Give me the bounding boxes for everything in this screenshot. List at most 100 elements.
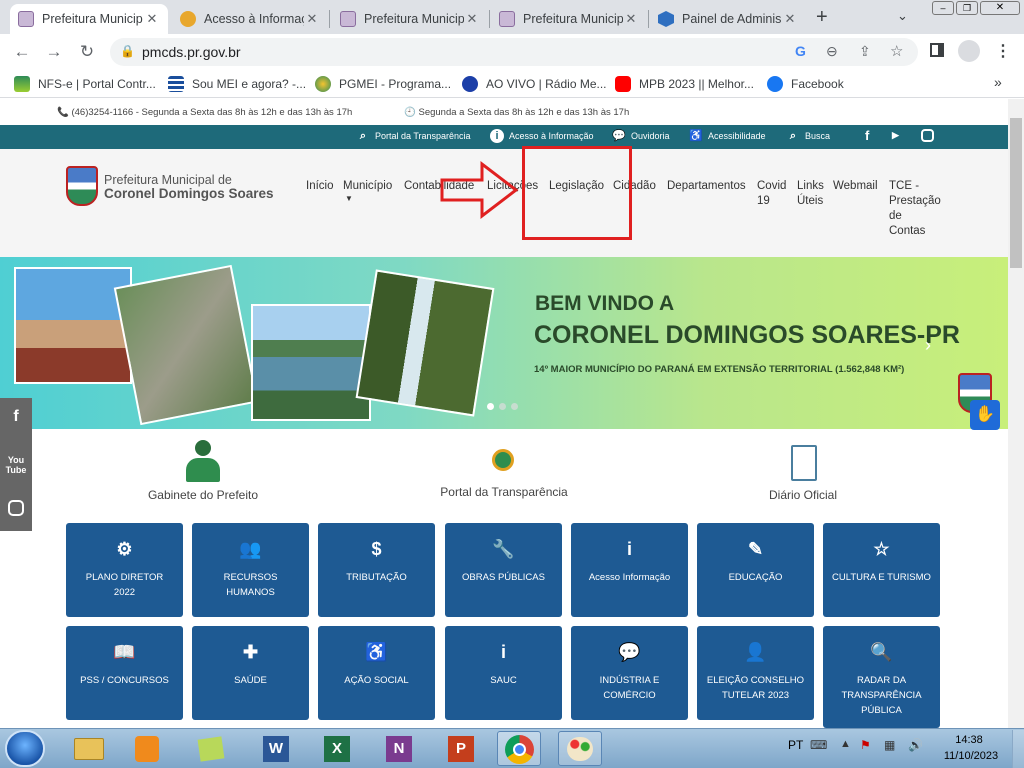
url-text[interactable]: pmcds.pr.gov.br: [142, 44, 241, 60]
card-sauc[interactable]: i SAUC: [445, 626, 562, 720]
menu-links-uteis[interactable]: Links Úteis: [797, 179, 824, 209]
menu-departamentos[interactable]: Departamentos: [667, 179, 746, 194]
quick-link-gabinete[interactable]: Gabinete do Prefeito: [130, 488, 276, 502]
back-arrow-icon[interactable]: ←: [10, 41, 34, 63]
browser-tab-1[interactable]: Prefeitura Municip ✕: [10, 4, 168, 34]
card-recursos-humanos[interactable]: 👥 RECURSOS HUMANOS: [192, 523, 309, 617]
minimize-icon[interactable]: –: [932, 1, 954, 15]
top-link-transparencia[interactable]: ⌕ Portal da Transparência: [356, 129, 471, 143]
card-radar-transparencia[interactable]: 🔍 RADAR DA TRANSPARÊNCIA PÚBLICA: [823, 626, 940, 728]
close-tab-icon[interactable]: ✕: [782, 11, 798, 27]
clock-date[interactable]: 11/10/2023: [942, 750, 1000, 762]
browser-tab-2[interactable]: Acesso à Informaç ✕: [172, 4, 328, 34]
card-cultura-turismo[interactable]: ☆ CULTURA E TURISMO: [823, 523, 940, 617]
menu-covid[interactable]: Covid 19: [757, 179, 786, 209]
start-button-icon[interactable]: [5, 730, 45, 767]
clock-time[interactable]: 14:38: [945, 734, 993, 746]
card-eleicao-conselho[interactable]: 👤 ELEIÇÃO CONSELHO TUTELAR 2023: [697, 626, 814, 720]
bookmark-radio[interactable]: AO VIVO | Rádio Me...: [462, 75, 607, 93]
tab-search-chevron-icon[interactable]: ⌄: [897, 8, 908, 24]
quick-link-transparencia[interactable]: Portal da Transparência: [421, 485, 587, 499]
profile-avatar-icon[interactable]: [958, 40, 980, 62]
carousel-next-icon[interactable]: ›: [925, 335, 931, 356]
excel-taskbar-icon[interactable]: X: [316, 731, 360, 766]
lock-icon[interactable]: 🔒: [120, 44, 135, 58]
card-saude[interactable]: ✚ SAÚDE: [192, 626, 309, 720]
prefeito-avatar-icon[interactable]: [186, 440, 220, 482]
top-link-acesso[interactable]: i Acesso à Informação: [490, 129, 594, 143]
youtube-icon[interactable]: ▶: [892, 130, 899, 141]
reload-icon[interactable]: ↻: [75, 41, 99, 63]
scrollbar-thumb[interactable]: [1010, 118, 1022, 268]
card-tributacao[interactable]: $ TRIBUTAÇÃO: [318, 523, 435, 617]
chrome-menu-icon[interactable]: ⋮: [995, 41, 1011, 61]
sticky-folder-taskbar-icon[interactable]: [190, 731, 234, 766]
new-tab-button[interactable]: +: [816, 6, 828, 29]
browser-tab-4[interactable]: Prefeitura Municip ✕: [491, 4, 647, 34]
bookmark-facebook[interactable]: Facebook: [767, 75, 844, 93]
network-icon[interactable]: ▦: [884, 738, 895, 752]
keyboard-icon[interactable]: ⌨: [810, 738, 827, 752]
card-obras-publicas[interactable]: 🔧 OBRAS PÚBLICAS: [445, 523, 562, 617]
transparency-magnifier-icon[interactable]: [492, 449, 514, 471]
close-window-icon[interactable]: ✕: [980, 1, 1020, 15]
menu-inicio[interactable]: Início: [306, 179, 334, 194]
card-educacao[interactable]: ✎ EDUCAÇÃO: [697, 523, 814, 617]
side-panel-icon[interactable]: [930, 43, 944, 57]
bookmark-star-icon[interactable]: ☆: [890, 42, 903, 60]
zoom-icon[interactable]: ⊖: [826, 43, 838, 60]
menu-webmail[interactable]: Webmail: [833, 179, 878, 194]
quick-link-diario[interactable]: Diário Oficial: [748, 488, 858, 502]
carousel-dot-3[interactable]: [511, 403, 518, 410]
bookmark-mpb[interactable]: MPB 2023 || Melhor...: [615, 75, 754, 93]
close-tab-icon[interactable]: ✕: [304, 11, 320, 27]
action-center-flag-icon[interactable]: ⚑: [860, 738, 871, 752]
top-link-ouvidoria[interactable]: 💬 Ouvidoria: [612, 129, 669, 143]
forward-arrow-icon[interactable]: →: [42, 41, 66, 63]
facebook-icon[interactable]: f: [0, 408, 32, 426]
bookmark-mei[interactable]: Sou MEI e agora? -...: [168, 75, 306, 93]
show-desktop-button[interactable]: [1012, 730, 1024, 768]
close-tab-icon[interactable]: ✕: [623, 11, 639, 27]
logo-line2[interactable]: Coronel Domingos Soares: [104, 186, 274, 201]
carousel-dot-1[interactable]: [487, 403, 494, 410]
facebook-icon[interactable]: f: [865, 128, 869, 143]
paint-taskbar-icon[interactable]: [558, 731, 602, 766]
chrome-taskbar-icon[interactable]: [497, 731, 541, 766]
top-link-busca[interactable]: ⌕ Busca: [786, 129, 830, 143]
carousel-dot-2[interactable]: [499, 403, 506, 410]
google-icon[interactable]: G: [795, 43, 806, 59]
language-indicator[interactable]: PT: [788, 738, 803, 752]
onenote-taskbar-icon[interactable]: N: [378, 731, 422, 766]
youtube-icon[interactable]: You Tube: [0, 455, 32, 475]
card-industria-comercio[interactable]: 💬 INDÚSTRIA E COMÉRCIO: [571, 626, 688, 720]
bookmark-nfse[interactable]: NFS-e | Portal Contr...: [14, 75, 156, 93]
explorer-taskbar-icon[interactable]: [68, 731, 112, 766]
close-tab-icon[interactable]: ✕: [464, 11, 480, 27]
logo-line1[interactable]: Prefeitura Municipal de: [104, 173, 232, 187]
instagram-icon[interactable]: [921, 129, 934, 142]
instagram-icon[interactable]: [8, 500, 24, 516]
card-plano-diretor[interactable]: ⚙ PLANO DIRETOR 2022: [66, 523, 183, 617]
bookmark-pgmei[interactable]: PGMEI - Programa...: [315, 75, 451, 93]
menu-tce[interactable]: TCE - Prestação de Contas: [889, 179, 941, 239]
word-taskbar-icon[interactable]: W: [255, 731, 299, 766]
more-bookmarks-icon[interactable]: »: [994, 74, 1002, 90]
media-player-taskbar-icon[interactable]: [126, 731, 170, 766]
top-link-acessibilidade[interactable]: ♿ Acessibilidade: [689, 129, 765, 143]
tray-expand-icon[interactable]: ▲: [840, 738, 851, 750]
card-acao-social[interactable]: ♿ AÇÃO SOCIAL: [318, 626, 435, 720]
browser-tab-3[interactable]: Prefeitura Municip ✕: [332, 4, 488, 34]
volume-icon[interactable]: 🔊: [908, 738, 923, 752]
restore-icon[interactable]: ❐: [956, 1, 978, 15]
share-icon[interactable]: ⇪: [859, 43, 871, 60]
card-acesso-informacao[interactable]: i Acesso Informação: [571, 523, 688, 617]
browser-tab-5[interactable]: Painel de Adminis ✕: [650, 4, 806, 34]
vlibras-accessibility-icon[interactable]: ✋: [970, 400, 1000, 430]
menu-municipio[interactable]: Município: [343, 179, 392, 194]
diario-document-icon[interactable]: [791, 445, 817, 481]
powerpoint-taskbar-icon[interactable]: P: [440, 731, 484, 766]
card-pss-concursos[interactable]: 📖 PSS / CONCURSOS: [66, 626, 183, 720]
city-crest-logo[interactable]: [66, 166, 98, 206]
close-tab-icon[interactable]: ✕: [144, 11, 160, 27]
